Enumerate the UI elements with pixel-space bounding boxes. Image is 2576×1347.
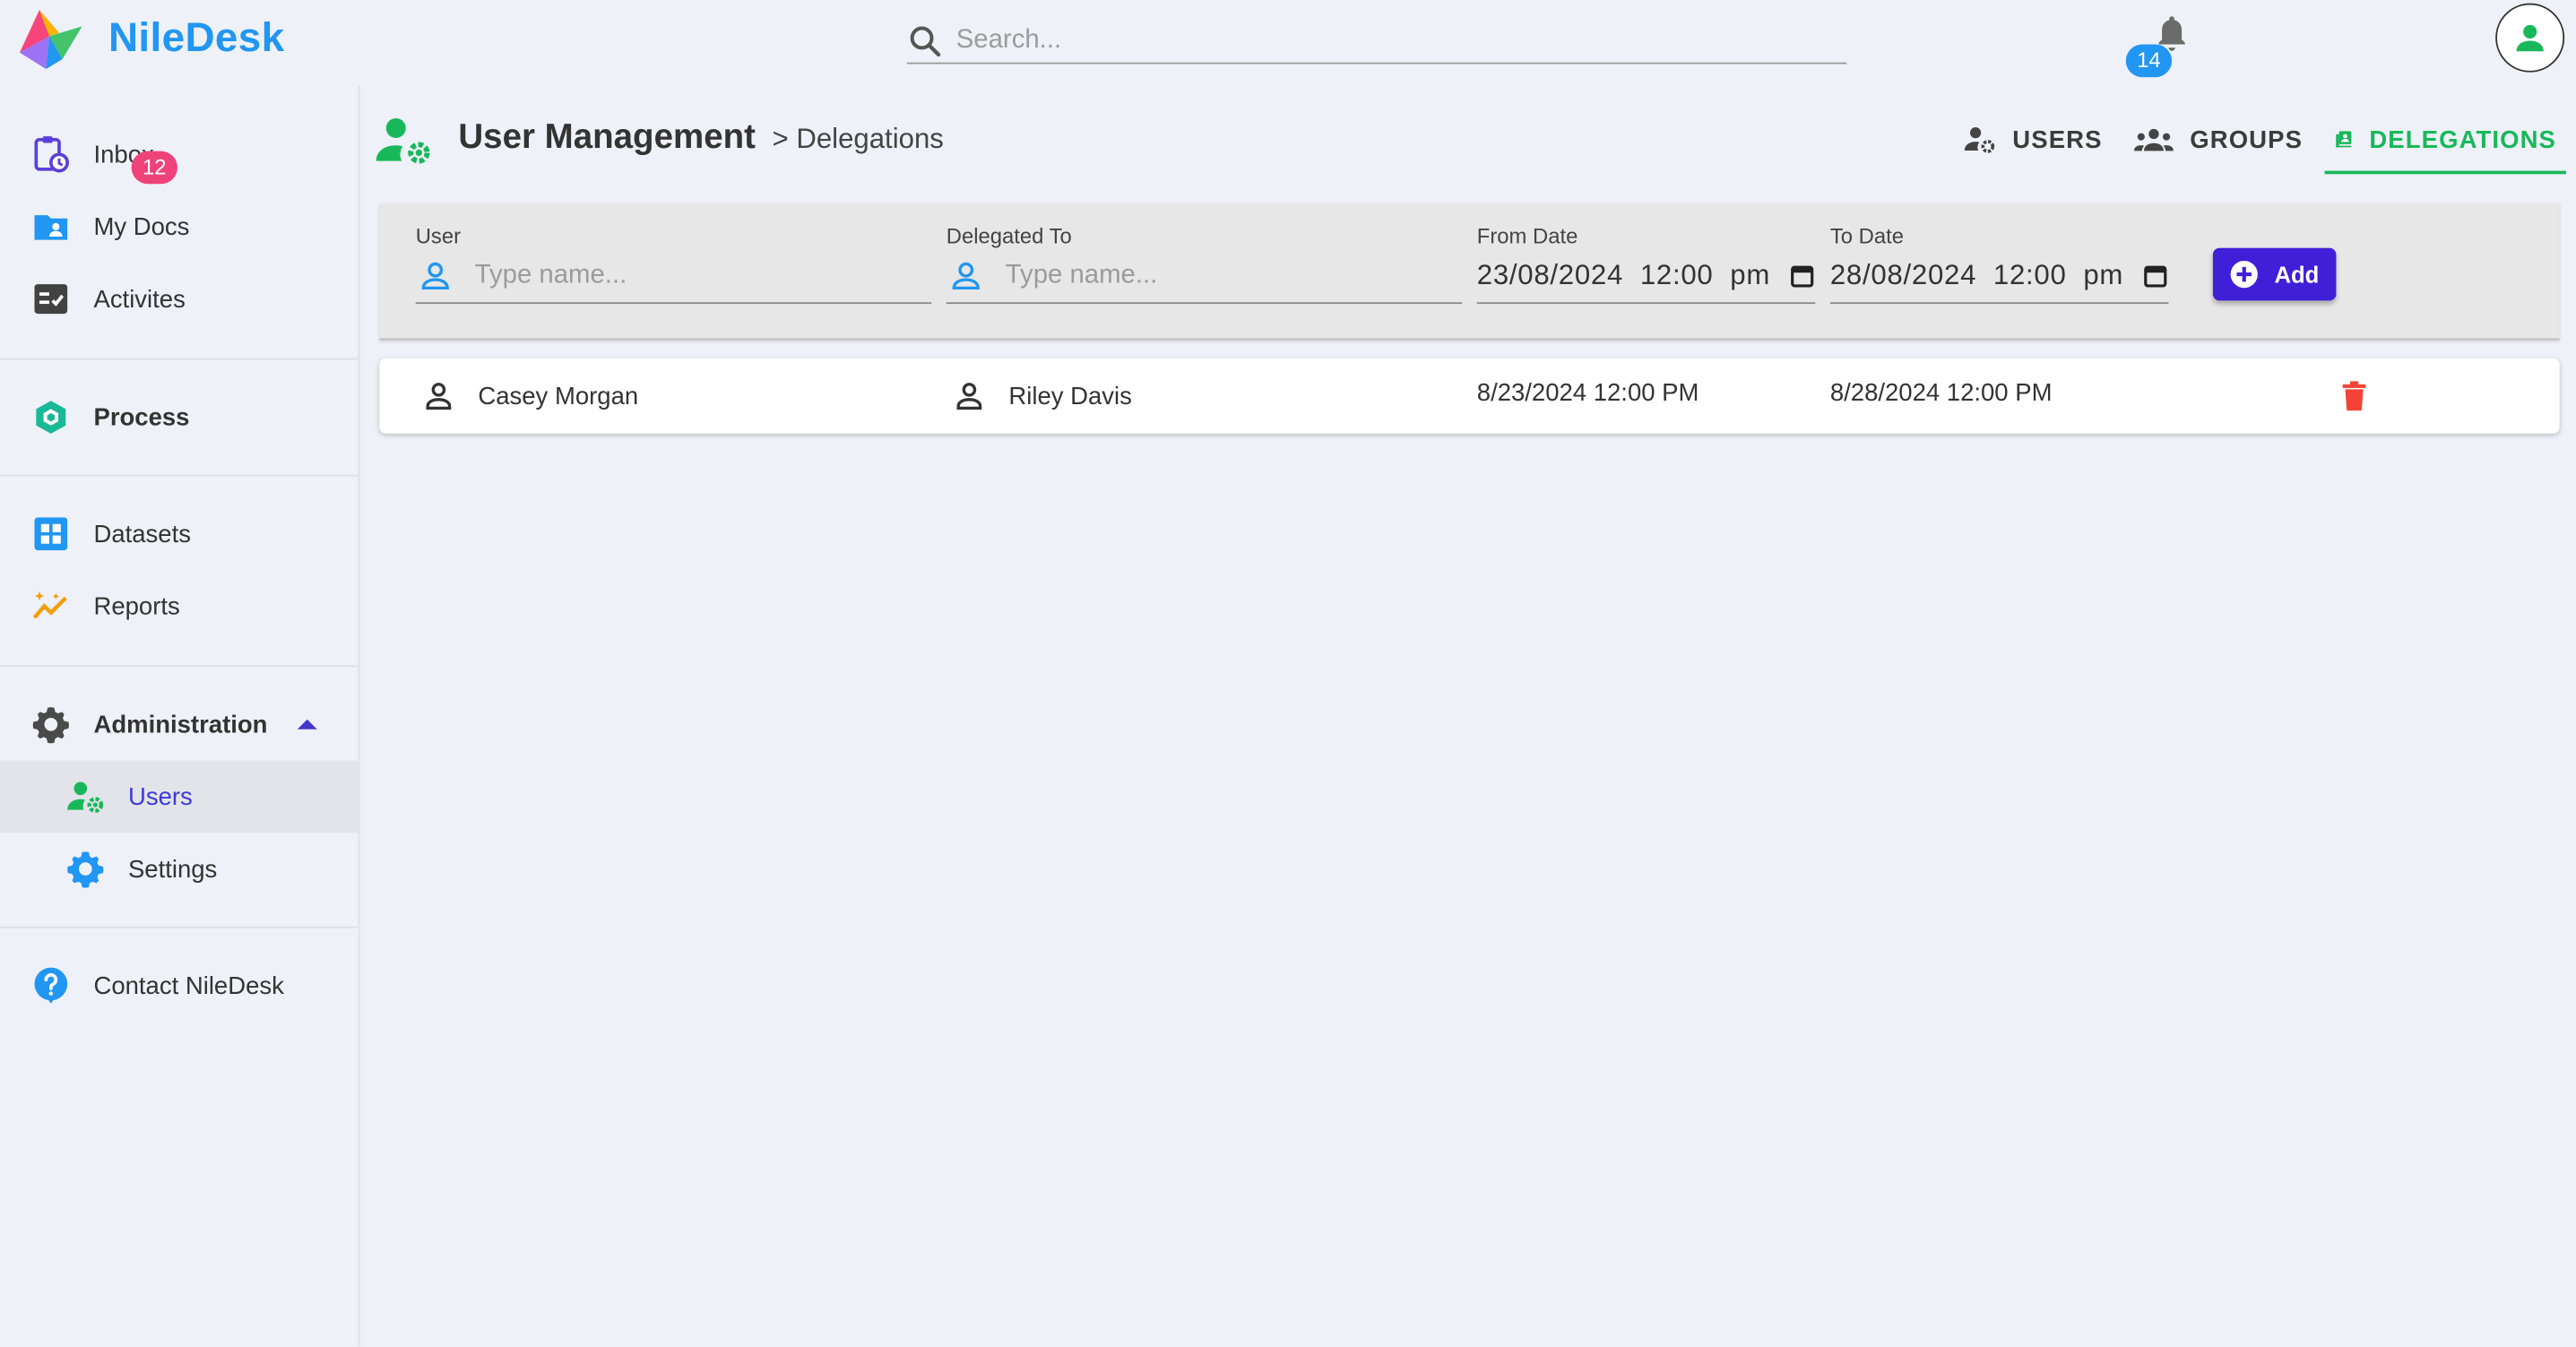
inbox-clipboard-icon bbox=[34, 136, 69, 173]
sidebar-item-label: Reports bbox=[93, 591, 180, 620]
delegated-to-field-label: Delegated To bbox=[946, 223, 1072, 248]
sidebar-item-administration[interactable]: Administration bbox=[0, 688, 359, 761]
search-icon bbox=[910, 26, 941, 57]
calendar-icon[interactable] bbox=[2142, 263, 2168, 289]
search-input[interactable] bbox=[943, 26, 1811, 56]
to-date-value: 28/08/2024 12:00 pm bbox=[1829, 259, 2124, 291]
delegated-to-field bbox=[946, 250, 1463, 305]
sidebar-divider bbox=[0, 665, 359, 668]
sidebar-item-inbox[interactable]: Inbox 12 bbox=[0, 118, 359, 191]
manage-accounts-icon bbox=[67, 781, 104, 813]
brand[interactable]: NileDesk bbox=[16, 4, 284, 73]
user-avatar-icon bbox=[2516, 24, 2544, 52]
calendar-icon[interactable] bbox=[1789, 263, 1815, 289]
sidebar-item-settings[interactable]: Settings bbox=[0, 833, 359, 905]
add-button-label: Add bbox=[2274, 261, 2320, 288]
app-name: NileDesk bbox=[108, 13, 285, 60]
sidebar-item-label: My Docs bbox=[93, 212, 190, 241]
sidebar-item-label: Contact NileDesk bbox=[93, 971, 284, 1000]
delegation-from-date: 8/23/2024 12:00 PM bbox=[1476, 378, 1699, 407]
help-icon bbox=[34, 967, 68, 1004]
sidebar-item-reports[interactable]: Reports bbox=[0, 570, 359, 643]
insights-chart-icon bbox=[32, 591, 67, 619]
notification-count-badge: 14 bbox=[2125, 44, 2173, 78]
from-date-value: 23/08/2024 12:00 pm bbox=[1476, 259, 1771, 291]
tab-label: DELEGATIONS bbox=[2369, 125, 2556, 154]
inbox-count-badge: 12 bbox=[131, 151, 177, 185]
sidebar-item-label: Datasets bbox=[93, 520, 191, 548]
sidebar-item-label: Activites bbox=[93, 285, 186, 314]
sidebar-item-my-docs[interactable]: My Docs bbox=[0, 191, 359, 263]
sidebar-item-label: Process bbox=[93, 402, 190, 432]
process-cube-icon bbox=[36, 401, 66, 434]
delegated-to-input[interactable] bbox=[1002, 259, 1453, 293]
to-date-field[interactable]: 28/08/2024 12:00 pm bbox=[1829, 250, 2169, 305]
sidebar-item-datasets[interactable]: Datasets bbox=[0, 497, 359, 570]
breadcrumb: > Delegations bbox=[772, 123, 944, 155]
sidebar: Inbox 12 My Docs Activites Process Datas… bbox=[0, 85, 360, 1347]
delegation-delegated-to-cell: Riley Davis bbox=[953, 358, 1132, 434]
tab-delegations[interactable]: DELEGATIONS bbox=[2324, 108, 2566, 175]
sidebar-divider bbox=[0, 474, 359, 477]
person-outline-icon bbox=[426, 383, 452, 410]
account-button[interactable] bbox=[2495, 3, 2565, 73]
delegation-user: Casey Morgan bbox=[478, 382, 639, 410]
add-delegation-button[interactable]: Add bbox=[2212, 247, 2337, 301]
user-field-label: User bbox=[415, 223, 462, 248]
table-row: Casey Morgan Riley Davis 8/23/2024 12:00… bbox=[379, 358, 2560, 434]
grid-icon bbox=[34, 517, 68, 551]
to-date-label: To Date bbox=[1829, 223, 1904, 248]
tab-users[interactable]: USERS bbox=[1963, 108, 2102, 171]
delegation-delegated-to: Riley Davis bbox=[1008, 382, 1132, 410]
tab-label: USERS bbox=[2012, 125, 2103, 154]
add-circle-icon bbox=[2231, 260, 2259, 289]
checklist-icon bbox=[34, 284, 68, 315]
app-root: NileDesk 14 Inbox 12 bbox=[0, 0, 2576, 1347]
niledesk-logo-icon bbox=[19, 9, 82, 69]
delegation-user-cell: Casey Morgan bbox=[422, 358, 638, 434]
page-title: User Management bbox=[458, 117, 756, 157]
sidebar-item-label: Settings bbox=[127, 855, 218, 884]
chevron-up-icon[interactable] bbox=[296, 716, 319, 732]
groups-icon bbox=[2133, 128, 2174, 151]
folder-user-icon bbox=[34, 215, 68, 240]
delete-icon[interactable] bbox=[2341, 381, 2367, 411]
tab-label: GROUPS bbox=[2190, 125, 2304, 154]
sidebar-divider bbox=[0, 926, 359, 928]
search-bar bbox=[906, 20, 1847, 65]
from-date-label: From Date bbox=[1476, 223, 1578, 248]
person-outline-icon bbox=[956, 383, 982, 410]
sidebar-item-activities[interactable]: Activites bbox=[0, 263, 359, 335]
manage-accounts-icon bbox=[1964, 127, 1995, 153]
delegation-to-date: 8/28/2024 12:00 PM bbox=[1829, 378, 2053, 407]
user-input[interactable] bbox=[471, 259, 922, 293]
sidebar-item-label: Administration bbox=[93, 710, 268, 738]
gear-icon bbox=[32, 707, 69, 744]
delegation-form: User Delegated To From Date 23/08/2024 1… bbox=[379, 203, 2560, 341]
sidebar-divider bbox=[0, 358, 359, 360]
from-date-field[interactable]: 23/08/2024 12:00 pm bbox=[1476, 250, 1816, 305]
contacts-book-icon bbox=[2336, 131, 2352, 148]
person-icon bbox=[421, 262, 449, 290]
sidebar-item-label: Users bbox=[127, 782, 193, 811]
person-icon bbox=[952, 262, 980, 290]
settings-gear-icon bbox=[67, 851, 104, 888]
tab-groups[interactable]: GROUPS bbox=[2133, 108, 2304, 171]
sidebar-item-users[interactable]: Users bbox=[0, 760, 359, 833]
manage-accounts-icon bbox=[376, 117, 430, 164]
sidebar-item-process[interactable]: Process bbox=[0, 381, 359, 453]
sidebar-item-contact[interactable]: Contact NileDesk bbox=[0, 949, 359, 1022]
user-field bbox=[415, 250, 932, 305]
